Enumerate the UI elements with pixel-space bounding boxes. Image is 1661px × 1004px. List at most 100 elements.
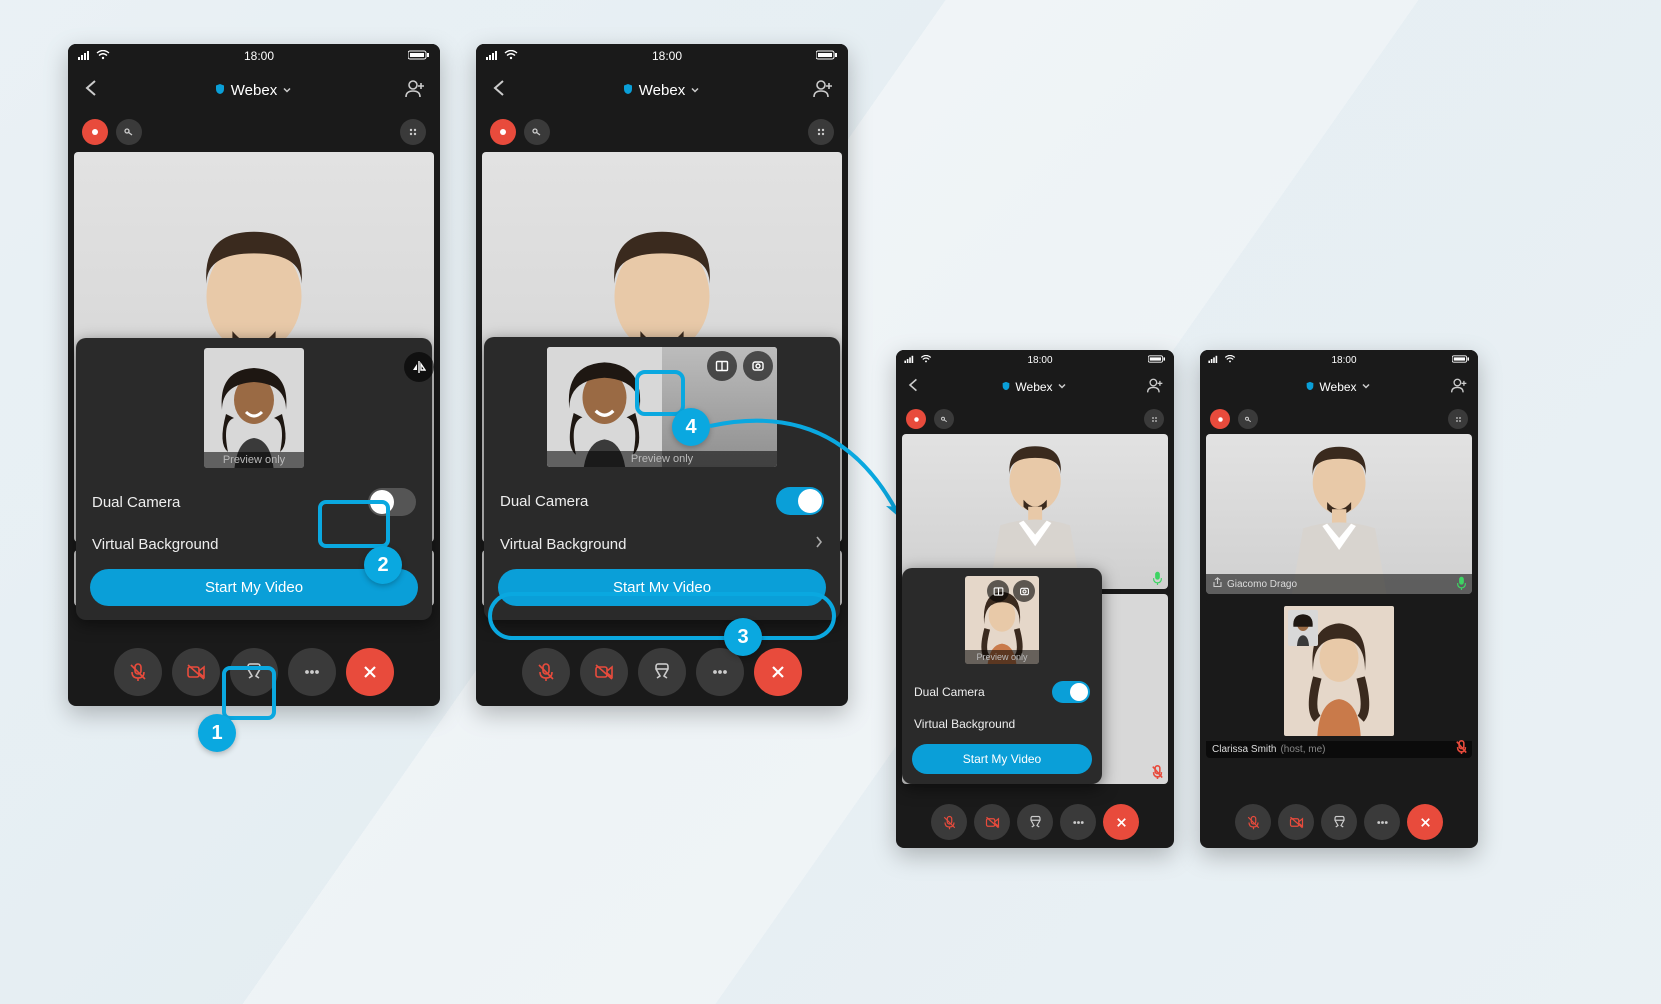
phone-screen-2: 18:00 Webex <box>476 44 848 706</box>
video-button[interactable] <box>172 648 220 696</box>
split-layout-button[interactable] <box>987 580 1009 602</box>
battery-icon <box>1148 355 1166 366</box>
header-title[interactable]: Webex <box>1001 380 1066 394</box>
battery-icon <box>816 49 838 63</box>
wifi-icon <box>96 49 110 63</box>
preview-label: Preview only <box>965 650 1039 664</box>
call-controls <box>68 648 440 696</box>
video-button[interactable] <box>974 804 1010 840</box>
participants-button[interactable] <box>404 77 426 104</box>
header-title[interactable]: Webex <box>214 82 292 99</box>
signal-icon <box>78 49 92 63</box>
call-controls <box>476 648 848 696</box>
header-title[interactable]: Webex <box>1305 380 1370 394</box>
participants-button[interactable] <box>812 77 834 104</box>
rotate-camera-button[interactable] <box>743 351 773 381</box>
dual-camera-toggle[interactable] <box>776 487 824 515</box>
mute-button[interactable] <box>1235 804 1271 840</box>
dual-camera-toggle[interactable] <box>1052 681 1090 703</box>
end-call-button[interactable] <box>1103 804 1139 840</box>
header: Webex <box>1200 370 1478 404</box>
audio-output-button[interactable] <box>638 648 686 696</box>
record-indicator[interactable] <box>906 409 926 429</box>
back-button[interactable] <box>490 78 510 103</box>
subbar <box>476 112 848 152</box>
dual-camera-label: Dual Camera <box>914 685 985 699</box>
wifi-icon <box>1224 355 1236 366</box>
chevron-down-icon <box>690 82 700 99</box>
mute-button[interactable] <box>522 648 570 696</box>
audio-output-button[interactable] <box>1017 804 1053 840</box>
audio-output-button[interactable] <box>230 648 278 696</box>
share-icon <box>1212 577 1223 591</box>
header: Webex <box>68 68 440 112</box>
chevron-right-icon <box>814 535 824 553</box>
mute-button[interactable] <box>114 648 162 696</box>
start-video-button[interactable]: Start My Video <box>912 744 1092 774</box>
start-video-button[interactable]: Start My Video <box>90 569 418 606</box>
dual-camera-label: Dual Camera <box>500 493 588 510</box>
end-call-button[interactable] <box>754 648 802 696</box>
lock-indicator[interactable] <box>524 119 550 145</box>
mute-button[interactable] <box>931 804 967 840</box>
layout-button[interactable] <box>1448 409 1468 429</box>
participant-name-strip: Giacomo Drago <box>1206 574 1472 594</box>
end-call-button[interactable] <box>1407 804 1443 840</box>
participant-name: Clarissa Smith <box>1212 744 1276 755</box>
lock-indicator[interactable] <box>1238 409 1258 429</box>
status-bar: 18:00 <box>476 44 848 68</box>
participant-name: Giacomo Drago <box>1227 579 1297 590</box>
shield-icon <box>214 82 226 99</box>
more-button[interactable] <box>288 648 336 696</box>
signal-icon <box>1208 355 1220 366</box>
dual-camera-label: Dual Camera <box>92 494 180 511</box>
layout-button[interactable] <box>400 119 426 145</box>
start-video-button[interactable]: Start My Video <box>498 569 826 606</box>
chevron-down-icon <box>1057 380 1067 394</box>
video-button[interactable] <box>580 648 628 696</box>
participant-tile-2[interactable]: Clarissa Smith (host, me) <box>1206 598 1472 758</box>
virtual-background-row[interactable]: Virtual Background <box>90 526 418 563</box>
lock-indicator[interactable] <box>934 409 954 429</box>
lock-indicator[interactable] <box>116 119 142 145</box>
audio-output-button[interactable] <box>1321 804 1357 840</box>
preview-label: Preview only <box>547 451 777 467</box>
mirror-button[interactable] <box>404 352 434 382</box>
self-preview: Preview only <box>965 576 1039 664</box>
rotate-camera-button[interactable] <box>1013 580 1035 602</box>
participants-button[interactable] <box>1450 376 1468 399</box>
battery-icon <box>1452 355 1470 366</box>
video-options-popup: Preview only Dual Camera Virtual Backgro… <box>902 568 1102 784</box>
layout-button[interactable] <box>808 119 834 145</box>
main-video-tile[interactable] <box>902 434 1168 589</box>
record-indicator[interactable] <box>1210 409 1230 429</box>
signal-icon <box>486 49 500 63</box>
virtual-background-row[interactable]: Virtual Background <box>912 710 1092 738</box>
participants-button[interactable] <box>1146 376 1164 399</box>
layout-button[interactable] <box>1144 409 1164 429</box>
chevron-down-icon <box>1361 380 1371 394</box>
status-bar: 18:00 <box>896 350 1174 370</box>
virtual-background-label: Virtual Background <box>914 717 1015 731</box>
back-button[interactable] <box>906 377 922 398</box>
more-button[interactable] <box>696 648 744 696</box>
mic-active-icon <box>1456 576 1467 590</box>
virtual-background-row[interactable]: Virtual Background <box>498 525 826 563</box>
end-call-button[interactable] <box>346 648 394 696</box>
split-layout-button[interactable] <box>707 351 737 381</box>
video-button[interactable] <box>1278 804 1314 840</box>
shield-icon <box>622 82 634 99</box>
participant-tile-1[interactable]: Giacomo Drago <box>1206 434 1472 594</box>
back-button[interactable] <box>82 78 102 103</box>
more-button[interactable] <box>1364 804 1400 840</box>
record-indicator[interactable] <box>490 119 516 145</box>
participant-suffix: (host, me) <box>1280 744 1325 755</box>
shield-icon <box>1305 380 1315 394</box>
more-button[interactable] <box>1060 804 1096 840</box>
subbar <box>1200 404 1478 434</box>
status-time: 18:00 <box>652 49 682 63</box>
record-indicator[interactable] <box>82 119 108 145</box>
wifi-icon <box>504 49 518 63</box>
header-title[interactable]: Webex <box>622 82 700 99</box>
dual-camera-toggle[interactable] <box>368 488 416 516</box>
